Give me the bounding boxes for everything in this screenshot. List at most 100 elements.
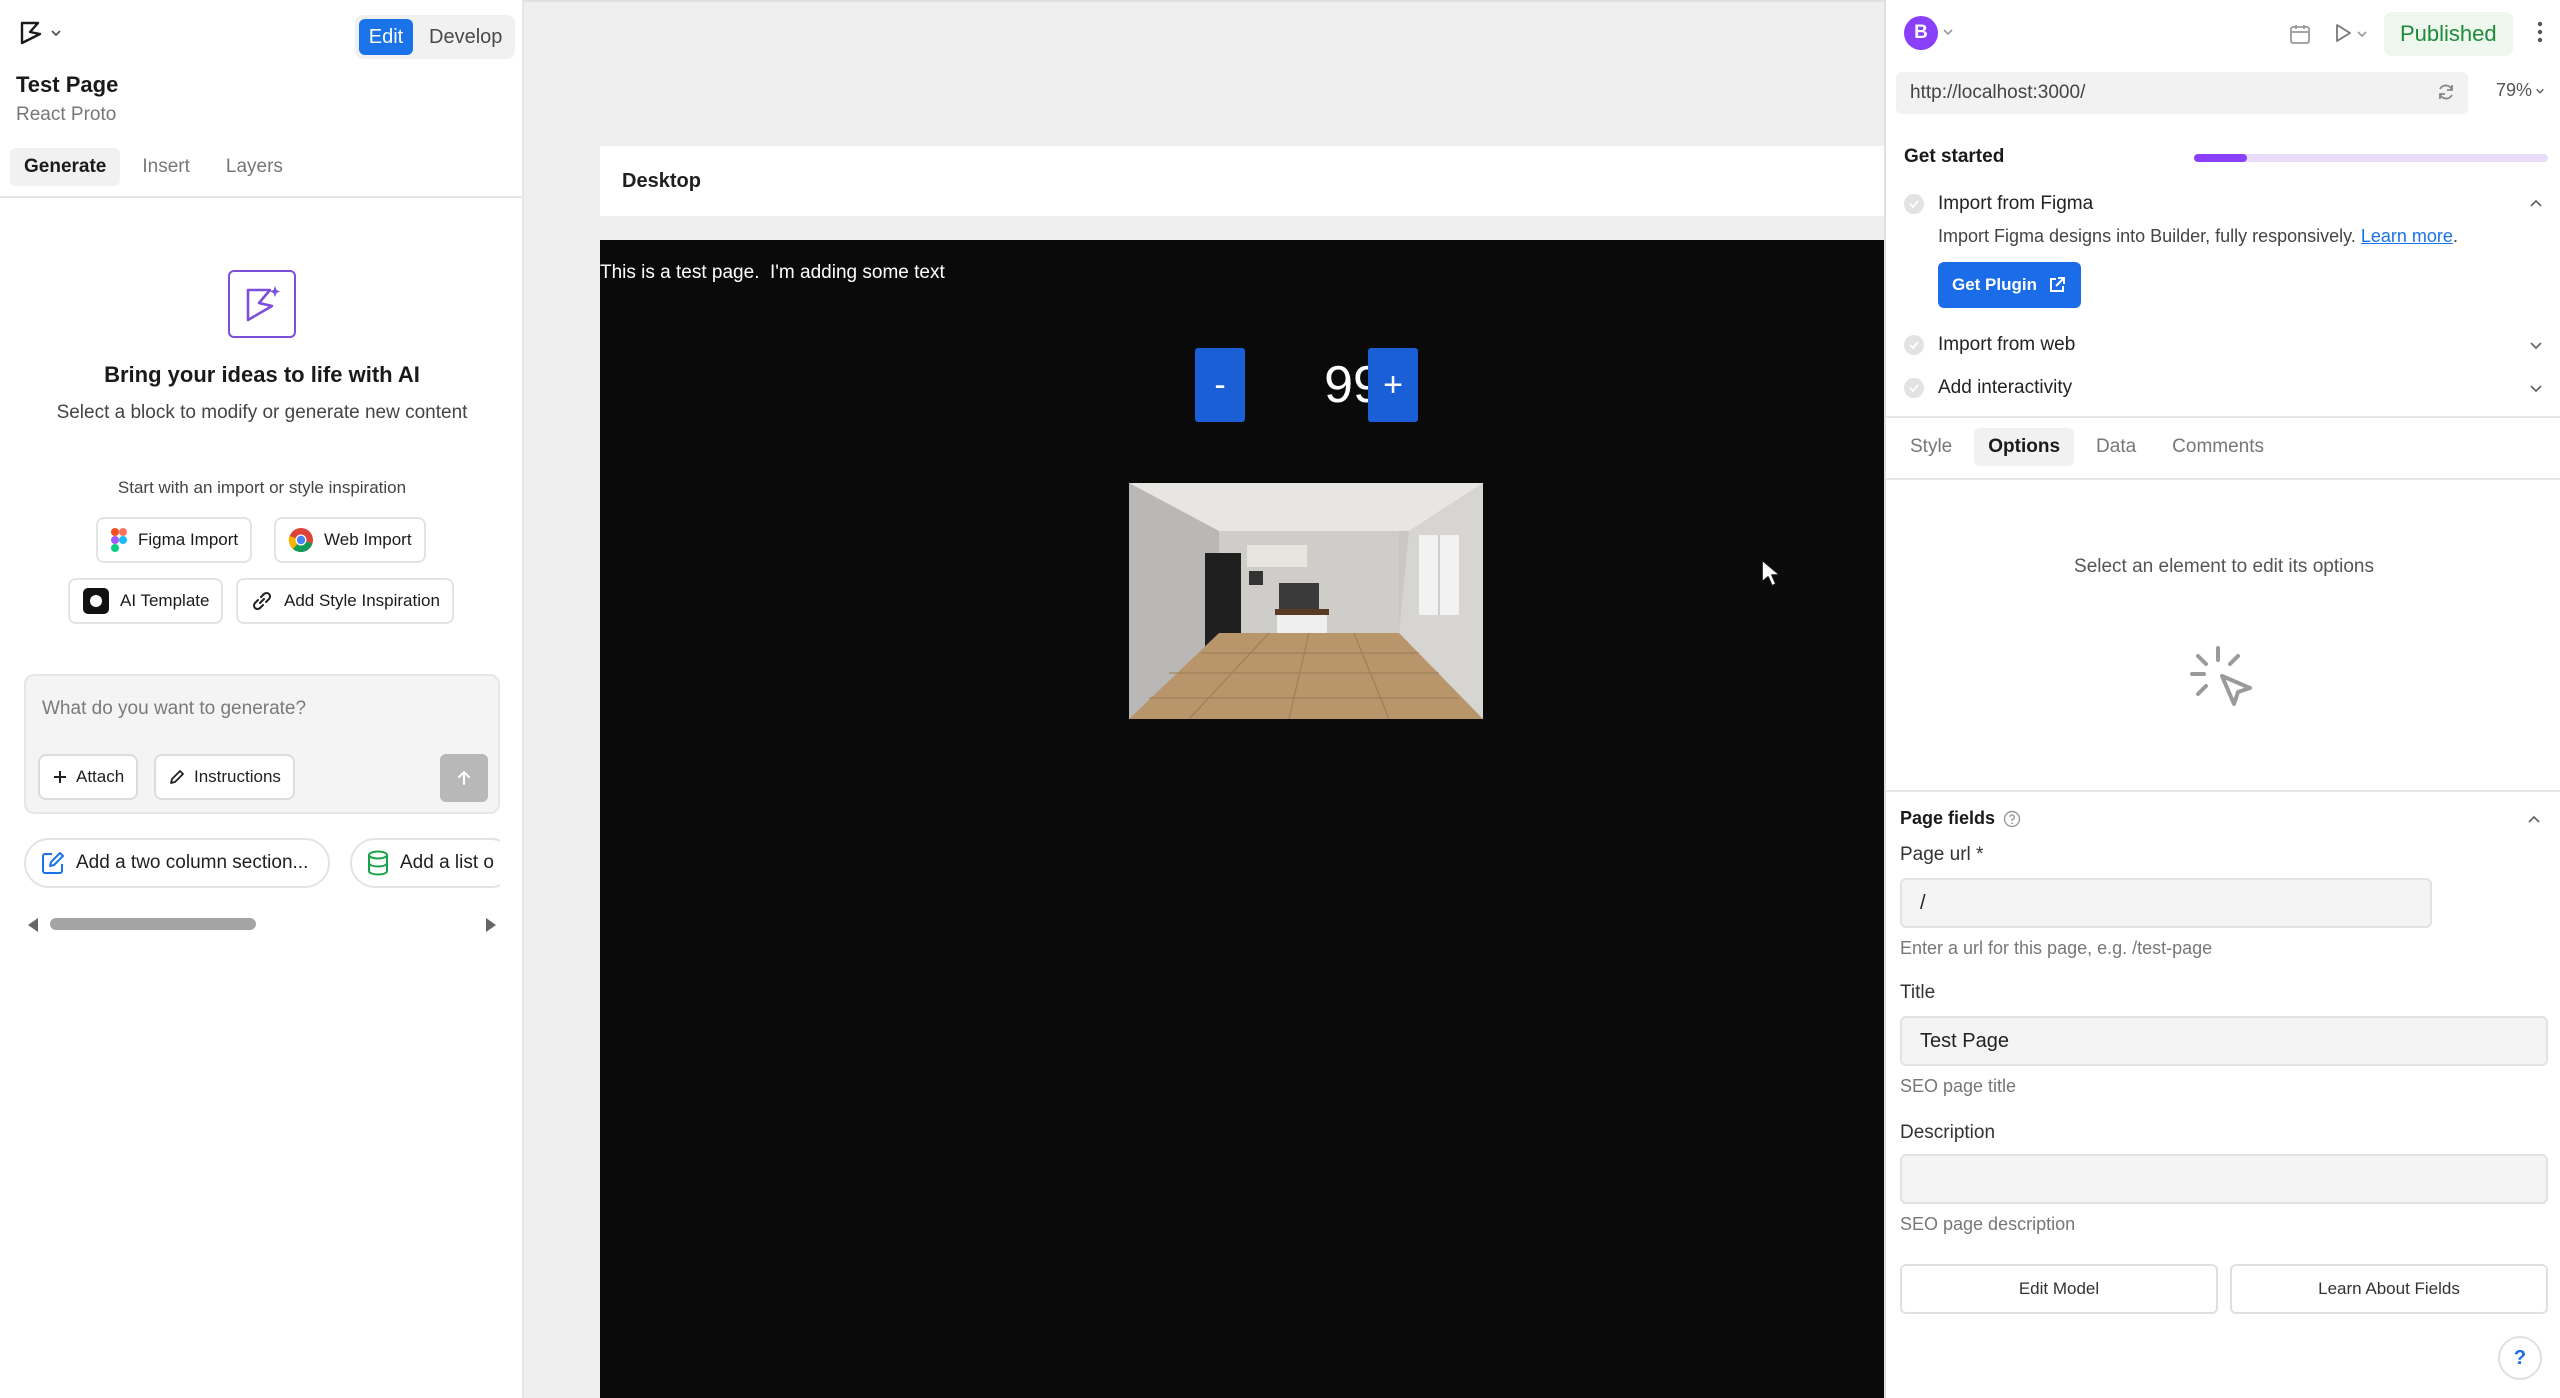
suggestion-chip[interactable]: Add a list o <box>350 838 500 888</box>
counter-value[interactable]: 99 <box>1250 348 1456 422</box>
link-icon <box>252 591 272 611</box>
scrollbar-thumb[interactable] <box>50 918 256 930</box>
divider <box>1886 416 2560 418</box>
get-plugin-button[interactable]: Get Plugin <box>1938 262 2081 308</box>
horizontal-scrollbar[interactable] <box>24 914 500 934</box>
published-button[interactable]: Published <box>2384 12 2513 56</box>
chevron-up-icon[interactable] <box>2526 812 2542 828</box>
page-url-input[interactable] <box>1900 878 2432 928</box>
url-bar[interactable]: http://localhost:3000/ <box>1896 72 2468 114</box>
ai-template-button[interactable]: AI Template <box>68 578 224 624</box>
chevron-down-icon[interactable] <box>2356 28 2368 40</box>
external-link-icon <box>2050 277 2065 292</box>
instructions-label: Instructions <box>194 767 281 786</box>
zoom-select[interactable]: 79% <box>2496 80 2545 101</box>
figma-icon <box>111 528 127 552</box>
tab-generate[interactable]: Generate <box>10 148 121 186</box>
edit-model-button[interactable]: Edit Model <box>1900 1264 2218 1314</box>
scroll-left-arrow-icon[interactable] <box>28 918 38 932</box>
decrement-button[interactable]: - <box>1195 348 1245 422</box>
page-subtitle: React Proto <box>16 104 117 125</box>
play-icon[interactable] <box>2332 22 2354 44</box>
title-input[interactable] <box>1900 1016 2548 1066</box>
more-vertical-icon[interactable] <box>2536 20 2544 44</box>
mode-toggle: Edit Develop <box>355 15 515 59</box>
pencil-icon <box>170 770 184 784</box>
figma-description: Import Figma designs into Builder, fully… <box>1938 226 2458 247</box>
page-title: Test Page <box>16 72 119 97</box>
empty-options-message: Select an element to edit its options <box>2074 556 2374 577</box>
learn-more-link[interactable]: Learn more <box>2361 226 2453 246</box>
learn-about-fields-button[interactable]: Learn About Fields <box>2230 1264 2548 1314</box>
figma-import-button[interactable]: Figma Import <box>96 517 253 563</box>
gs-item-label: Import from web <box>1938 334 2076 355</box>
figma-import-label: Figma Import <box>138 530 239 549</box>
right-panel: B Published http://localhost:3000/ 79% G… <box>1884 0 2560 1398</box>
tab-layers[interactable]: Layers <box>212 148 297 186</box>
ai-subheading: Select a block to modify or generate new… <box>56 402 468 423</box>
description-label: Description <box>1900 1122 1996 1143</box>
help-button[interactable]: ? <box>2498 1336 2542 1380</box>
get-started-label: Get started <box>1904 146 2005 167</box>
help-circle-icon[interactable] <box>2003 810 2021 828</box>
web-import-button[interactable]: Web Import <box>274 517 426 563</box>
chevron-down-icon <box>2530 385 2542 393</box>
preview-canvas[interactable]: This is a test page. I'm adding some tex… <box>600 240 1884 1398</box>
edit-square-icon <box>42 852 64 874</box>
avatar[interactable]: B <box>1904 16 1938 50</box>
builder-logo-icon <box>20 21 42 45</box>
tab-options[interactable]: Options <box>1974 428 2075 466</box>
send-button[interactable] <box>440 754 488 802</box>
chevron-up-icon <box>2530 199 2542 207</box>
tab-style[interactable]: Style <box>1896 428 1966 466</box>
import-heading: Start with an import or style inspiratio… <box>117 478 407 497</box>
page-fields-title: Page fields <box>1900 808 1996 828</box>
instructions-button[interactable]: Instructions <box>154 754 295 800</box>
develop-mode-button[interactable]: Develop <box>417 19 514 55</box>
right-tabs: Style Options Data Comments <box>1896 428 2278 466</box>
get-started-progress <box>2194 154 2548 162</box>
description-input[interactable] <box>1900 1154 2548 1204</box>
refresh-icon[interactable] <box>2436 82 2456 102</box>
chevron-down-icon <box>2536 88 2544 94</box>
divider <box>0 196 524 198</box>
get-plugin-label: Get Plugin <box>1952 275 2037 294</box>
builder-logo-menu[interactable] <box>18 20 62 46</box>
suggestion-chip[interactable]: Add a two column section... <box>24 838 331 888</box>
chevron-down-icon <box>2530 342 2542 350</box>
title-label: Title <box>1900 982 1936 1003</box>
attach-button[interactable]: Attach <box>38 754 139 800</box>
chevron-down-icon[interactable] <box>1942 26 1954 38</box>
check-circle-icon <box>1904 194 1924 214</box>
tab-insert[interactable]: Insert <box>128 148 204 186</box>
ai-sparkle-icon <box>228 270 296 338</box>
tab-data[interactable]: Data <box>2082 428 2150 466</box>
gs-item-add-interactivity[interactable]: Add interactivity <box>1904 373 2544 403</box>
canvas-text[interactable]: This is a test page. I'm adding some tex… <box>600 262 945 284</box>
check-circle-icon <box>1904 378 1924 398</box>
gs-item-label: Import from Figma <box>1938 193 2094 214</box>
title-hint: SEO page title <box>1900 1076 2017 1096</box>
tab-comments[interactable]: Comments <box>2158 428 2278 466</box>
page-fields-header[interactable]: Page fields <box>1900 808 2021 829</box>
prompt-input[interactable] <box>42 698 472 720</box>
gs-item-import-web[interactable]: Import from web <box>1904 330 2544 360</box>
description-hint: SEO page description <box>1900 1214 2076 1234</box>
figma-desc-text: Import Figma designs into Builder, fully… <box>1938 226 2356 246</box>
device-label[interactable]: Desktop <box>622 170 701 193</box>
edit-mode-button[interactable]: Edit <box>359 19 413 55</box>
zoom-value: 79% <box>2496 80 2533 100</box>
page-url-label: Page url * <box>1900 844 1984 865</box>
page-url-hint: Enter a url for this page, e.g. /test-pa… <box>1900 938 2213 958</box>
increment-button[interactable]: + <box>1368 348 1418 422</box>
divider <box>1886 790 2560 792</box>
calendar-schedule-icon[interactable] <box>2288 22 2312 46</box>
suggestion-label: Add a two column section... <box>76 852 309 873</box>
web-import-label: Web Import <box>324 530 412 549</box>
kitchen-image[interactable] <box>1129 483 1483 719</box>
add-style-inspiration-button[interactable]: Add Style Inspiration <box>236 578 454 624</box>
scroll-right-arrow-icon[interactable] <box>486 918 496 932</box>
gs-item-import-figma[interactable]: Import from Figma <box>1904 189 2544 219</box>
device-bar: Desktop <box>600 146 1884 216</box>
add-style-inspiration-label: Add Style Inspiration <box>284 591 440 610</box>
